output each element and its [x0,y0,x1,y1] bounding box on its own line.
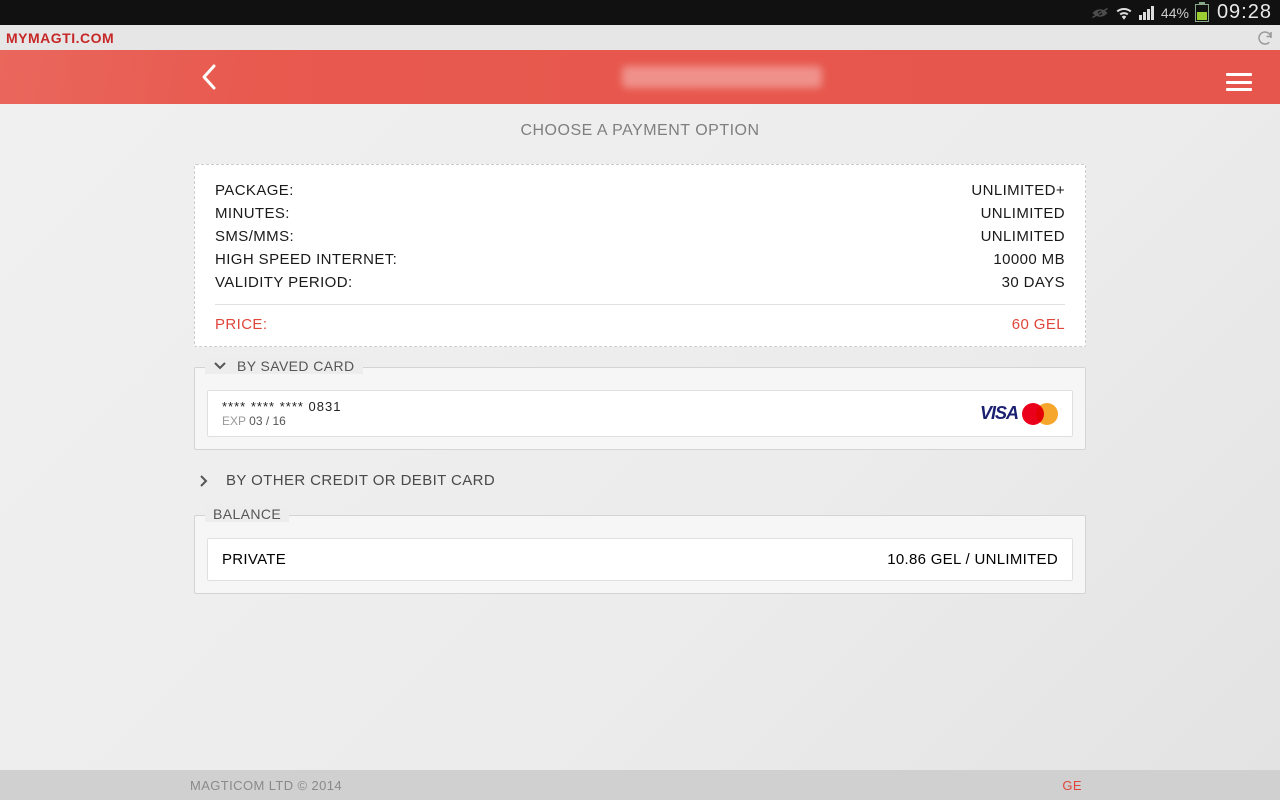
chevron-right-icon [198,474,210,488]
saved-card-toggle[interactable]: BY SAVED CARD [205,358,363,374]
saved-card-section: BY SAVED CARD **** **** **** 0831 EXP 03… [194,367,1086,450]
card-info: **** **** **** 0831 EXP 03 / 16 [222,399,341,428]
summary-row: HIGH SPEED INTERNET: 10000 MB [215,248,1065,271]
summary-label: MINUTES: [215,205,290,222]
summary-label: HIGH SPEED INTERNET: [215,251,397,268]
price-label: PRICE: [215,316,267,333]
menu-button[interactable] [1226,63,1252,91]
page-url: MYMAGTI.COM [6,30,114,46]
summary-value: UNLIMITED [981,205,1065,222]
balance-value: 10.86 GEL / UNLIMITED [887,551,1058,568]
browser-url-bar: MYMAGTI.COM [0,25,1280,50]
battery-percent: 44% [1161,5,1189,21]
wifi-icon [1115,6,1133,20]
signal-icon [1139,6,1155,20]
summary-value: UNLIMITED [981,228,1065,245]
hamburger-icon [1226,73,1252,91]
card-expiry: EXP 03 / 16 [222,414,341,428]
other-card-label: BY OTHER CREDIT OR DEBIT CARD [226,472,495,489]
card-expiry-label: EXP [222,414,246,428]
eye-icon [1091,6,1109,20]
saved-card-section-label: BY SAVED CARD [237,358,355,374]
summary-label: PACKAGE: [215,182,294,199]
refresh-icon[interactable] [1256,29,1274,47]
balance-option[interactable]: PRIVATE 10.86 GEL / UNLIMITED [207,538,1073,581]
price-value: 60 GEL [1012,316,1065,333]
battery-icon [1195,4,1209,22]
language-switch[interactable]: GE [1062,778,1082,793]
card-network-logos: VISA [980,403,1058,425]
visa-icon: VISA [980,403,1018,424]
footer-copyright: MAGTICOM LTD © 2014 [190,778,342,793]
page-title: CHOOSE A PAYMENT OPTION [0,122,1280,140]
divider [215,304,1065,305]
summary-row: PACKAGE: UNLIMITED+ [215,179,1065,202]
android-status-bar: 44% 09:28 [0,0,1280,25]
clock: 09:28 [1217,1,1272,24]
footer: MAGTICOM LTD © 2014 GE [0,770,1280,800]
mastercard-icon [1022,403,1058,425]
price-row: PRICE: 60 GEL [215,313,1065,336]
summary-value: 10000 MB [993,251,1065,268]
other-card-toggle[interactable]: BY OTHER CREDIT OR DEBIT CARD [194,472,1086,489]
back-button[interactable] [200,63,218,91]
card-expiry-value: 03 / 16 [249,414,286,428]
package-summary-card: PACKAGE: UNLIMITED+ MINUTES: UNLIMITED S… [194,164,1086,347]
balance-section: BALANCE PRIVATE 10.86 GEL / UNLIMITED [194,515,1086,594]
app-header [0,50,1280,104]
summary-value: UNLIMITED+ [971,182,1065,199]
balance-section-label: BALANCE [205,506,289,522]
header-title-blurred [622,66,822,88]
summary-row: MINUTES: UNLIMITED [215,202,1065,225]
summary-row: VALIDITY PERIOD: 30 DAYS [215,271,1065,294]
summary-row: SMS/MMS: UNLIMITED [215,225,1065,248]
chevron-down-icon [213,359,227,373]
card-masked-number: **** **** **** 0831 [222,399,341,414]
summary-label: VALIDITY PERIOD: [215,274,353,291]
balance-type: PRIVATE [222,551,286,568]
summary-label: SMS/MMS: [215,228,294,245]
page-body: CHOOSE A PAYMENT OPTION PACKAGE: UNLIMIT… [0,104,1280,770]
summary-value: 30 DAYS [1002,274,1065,291]
saved-card-option[interactable]: **** **** **** 0831 EXP 03 / 16 VISA [207,390,1073,437]
